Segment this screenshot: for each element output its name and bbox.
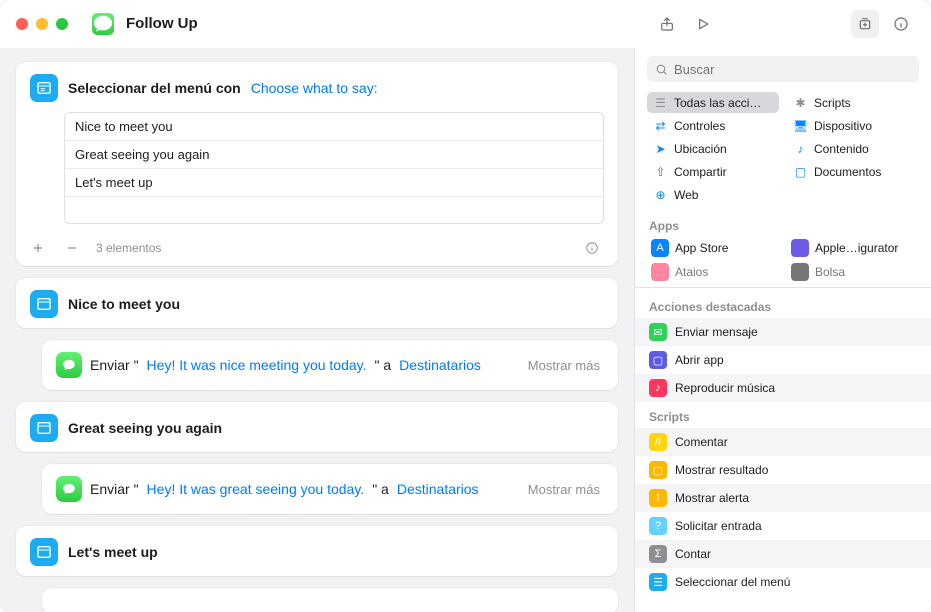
info-button[interactable]: [887, 10, 915, 38]
case-card[interactable]: Let's meet up: [16, 526, 618, 576]
menu-item[interactable]: Great seeing you again: [65, 141, 603, 169]
menu-item[interactable]: Let's meet up: [65, 169, 603, 197]
search-icon: [655, 63, 668, 76]
text-fragment: Enviar ": [90, 357, 139, 373]
category-share[interactable]: ⇧Compartir: [647, 161, 779, 182]
window-controls: [16, 18, 68, 30]
share-button[interactable]: [653, 10, 681, 38]
case-card[interactable]: Great seeing you again: [16, 402, 618, 452]
category-device[interactable]: 🖥Dispositivo: [787, 115, 919, 136]
minimize-window[interactable]: [36, 18, 48, 30]
messages-icon: [56, 476, 82, 502]
case-title: Great seeing you again: [68, 420, 222, 436]
text-fragment: " a: [372, 481, 389, 497]
featured-header: Acciones destacadas: [635, 292, 931, 318]
case-card[interactable]: Nice to meet you: [16, 278, 618, 328]
app-item[interactable]: Apple…igurator: [787, 237, 919, 259]
category-content[interactable]: ♪Contenido: [787, 138, 919, 159]
show-more-button[interactable]: Mostrar más: [528, 482, 604, 497]
action-info-button[interactable]: [582, 238, 602, 258]
category-scripts[interactable]: ✱Scripts: [787, 92, 919, 113]
search-input[interactable]: [674, 62, 911, 77]
send-message-action-partial[interactable]: [42, 588, 618, 612]
action-item[interactable]: ♪Reproducir música: [635, 374, 931, 402]
zoom-window[interactable]: [56, 18, 68, 30]
library-button[interactable]: [851, 10, 879, 38]
menu-prompt-token[interactable]: Choose what to say:: [251, 80, 378, 96]
workflow-editor: Seleccionar del menú con Choose what to …: [0, 48, 634, 612]
category-controls[interactable]: ⇄Controles: [647, 115, 779, 136]
text-fragment: Enviar ": [90, 481, 139, 497]
action-item[interactable]: ▢Abrir app: [635, 346, 931, 374]
action-item[interactable]: ▢Mostrar resultado: [635, 456, 931, 484]
message-body-token[interactable]: Hey! It was nice meeting you today.: [147, 357, 367, 373]
menu-action-card[interactable]: Seleccionar del menú con Choose what to …: [16, 62, 618, 266]
actions-sidebar: ☰Todas las acci… ✱Scripts ⇄Controles 🖥Di…: [634, 48, 931, 612]
featured-list: ✉Enviar mensaje ▢Abrir app ♪Reproducir m…: [635, 318, 931, 402]
apps-list: AApp Store Apple…igurator Ataios Bolsa: [635, 237, 931, 283]
send-message-action[interactable]: Enviar " Hey! It was great seeing you to…: [42, 464, 618, 514]
app-item[interactable]: Ataios: [647, 261, 779, 283]
text-fragment: " a: [375, 357, 392, 373]
action-item[interactable]: //Comentar: [635, 428, 931, 456]
action-item[interactable]: ✉Enviar mensaje: [635, 318, 931, 346]
action-item[interactable]: ?Solicitar entrada: [635, 512, 931, 540]
action-item[interactable]: ΣContar: [635, 540, 931, 568]
app-item[interactable]: Bolsa: [787, 261, 919, 283]
recipients-token[interactable]: Destinatarios: [397, 481, 479, 497]
menu-icon: [30, 74, 58, 102]
category-location[interactable]: ➤Ubicación: [647, 138, 779, 159]
category-documents[interactable]: ▢Documentos: [787, 161, 919, 182]
menu-item-empty[interactable]: [65, 197, 603, 223]
case-icon: [30, 290, 58, 318]
run-button[interactable]: [689, 10, 717, 38]
menu-item[interactable]: Nice to meet you: [65, 113, 603, 141]
app-item[interactable]: AApp Store: [647, 237, 779, 259]
action-item[interactable]: !Mostrar alerta: [635, 484, 931, 512]
add-item-button[interactable]: [28, 238, 48, 258]
category-web[interactable]: ⊕Web: [647, 184, 779, 205]
apps-header: Apps: [635, 211, 931, 237]
titlebar: Follow Up: [0, 0, 931, 48]
item-count: 3 elementos: [96, 241, 161, 255]
case-icon: [30, 414, 58, 442]
message-body-token[interactable]: Hey! It was great seeing you today.: [147, 481, 365, 497]
menu-items-list[interactable]: Nice to meet you Great seeing you again …: [64, 112, 604, 224]
remove-item-button[interactable]: [62, 238, 82, 258]
scripts-list: //Comentar ▢Mostrar resultado !Mostrar a…: [635, 428, 931, 596]
menu-action-title: Seleccionar del menú con: [68, 80, 241, 96]
window-title: Follow Up: [126, 15, 198, 32]
scripts-header: Scripts: [635, 402, 931, 428]
messages-icon: [56, 352, 82, 378]
send-message-action[interactable]: Enviar " Hey! It was nice meeting you to…: [42, 340, 618, 390]
case-title: Nice to meet you: [68, 296, 180, 312]
close-window[interactable]: [16, 18, 28, 30]
messages-app-icon: [92, 13, 114, 35]
recipients-token[interactable]: Destinatarios: [399, 357, 481, 373]
search-field[interactable]: [647, 56, 919, 82]
action-item[interactable]: ☰Seleccionar del menú: [635, 568, 931, 596]
category-grid: ☰Todas las acci… ✱Scripts ⇄Controles 🖥Di…: [635, 92, 931, 211]
show-more-button[interactable]: Mostrar más: [528, 358, 604, 373]
category-all[interactable]: ☰Todas las acci…: [647, 92, 779, 113]
case-icon: [30, 538, 58, 566]
case-title: Let's meet up: [68, 544, 158, 560]
